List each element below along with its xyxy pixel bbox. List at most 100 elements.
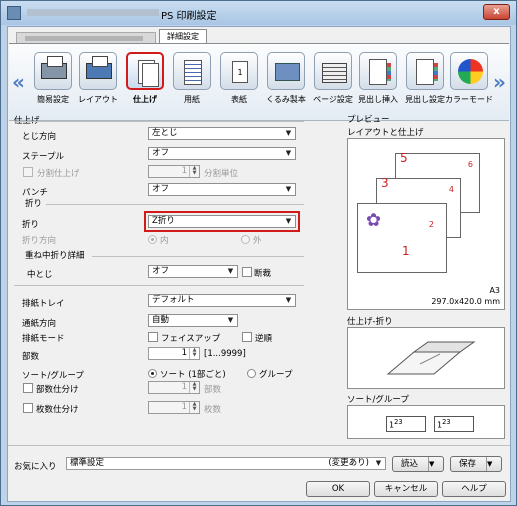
basic-settings-icon bbox=[34, 52, 72, 90]
sort-set-2: 123 bbox=[434, 416, 474, 432]
tool-label: 表紙 bbox=[231, 95, 247, 104]
offset-sheets-unit: 枚数 bbox=[204, 405, 222, 415]
tab-settings-icon bbox=[406, 52, 444, 90]
preview-subtitle: レイアウトと仕上げ bbox=[347, 128, 424, 138]
offset-copies-spinner[interactable]: 1 ▲ ▼ bbox=[148, 381, 200, 394]
faceup-label: フェイスアップ bbox=[161, 334, 221, 344]
split-finish-label: 分割仕上げ bbox=[37, 169, 80, 179]
reverse-order-label: 逆順 bbox=[255, 334, 273, 344]
favorites-dropdown[interactable]: 標準設定 (変更あり) ▼ bbox=[66, 457, 386, 470]
binding-dropdown[interactable]: 左とじ ▼ bbox=[148, 127, 296, 140]
paper-icon bbox=[173, 52, 211, 90]
copies-range: [1...9999] bbox=[204, 349, 246, 359]
tool-color-mode[interactable]: カラーモード bbox=[444, 49, 494, 119]
fold-inside-radio[interactable] bbox=[148, 235, 157, 244]
tool-layout[interactable]: レイアウト bbox=[73, 49, 123, 119]
chevron-down-icon: ▼ bbox=[285, 185, 292, 193]
tool-tab-insert[interactable]: 見出し挿入 bbox=[353, 49, 403, 119]
copies-label: 部数 bbox=[22, 352, 40, 362]
offset-copies-unit: 部数 bbox=[204, 385, 222, 395]
tool-label: カラーモード bbox=[445, 95, 493, 104]
divider bbox=[46, 204, 304, 205]
chevron-down-icon: ▼ bbox=[227, 316, 234, 324]
scroll-right-icon[interactable]: » bbox=[493, 70, 506, 94]
output-mode-label: 排紙モード bbox=[22, 334, 65, 344]
load-button[interactable]: 読込 ▼ bbox=[392, 456, 444, 472]
faceup-checkbox[interactable] bbox=[148, 332, 158, 342]
printer-icon bbox=[7, 6, 21, 20]
tool-finishing[interactable]: 仕上げ bbox=[120, 49, 170, 119]
preview-sheet: ✿ 1 2 bbox=[357, 203, 447, 273]
close-button[interactable]: x bbox=[483, 4, 510, 20]
chevron-down-icon: ▼ bbox=[285, 129, 292, 137]
finishing-icon bbox=[126, 52, 164, 90]
tool-cover[interactable]: 1 表紙 bbox=[214, 49, 264, 119]
offset-copies-label: 部数仕分け bbox=[36, 385, 79, 395]
fold-direction-label: 折り方向 bbox=[22, 236, 57, 246]
dialog-body: 詳細設定 « 簡易設定 レイアウト 仕上げ 用紙 1 表紙 くるみ製本 ページ設… bbox=[7, 26, 511, 502]
sort-preview: 123 123 bbox=[347, 405, 505, 439]
page-settings-icon bbox=[314, 52, 352, 90]
paper-direction-dropdown[interactable]: 自動 ▼ bbox=[148, 314, 238, 327]
save-button[interactable]: 保存 ▼ bbox=[450, 456, 502, 472]
offset-copies-checkbox[interactable] bbox=[23, 383, 33, 393]
punch-dropdown[interactable]: オフ ▼ bbox=[148, 183, 296, 196]
sort-label: ソート (1部ごと) bbox=[160, 370, 226, 380]
ok-button[interactable]: OK bbox=[306, 481, 370, 497]
printer-name-redacted bbox=[27, 9, 159, 16]
tool-basic-settings[interactable]: 簡易設定 bbox=[28, 49, 78, 119]
flower-icon: ✿ bbox=[366, 210, 382, 231]
cover-icon: 1 bbox=[220, 52, 258, 90]
fold-inside-label: 内 bbox=[160, 236, 169, 246]
saddle-dropdown[interactable]: オフ ▼ bbox=[148, 265, 238, 278]
chevron-down-icon: ▼ bbox=[428, 457, 443, 471]
split-finish-checkbox[interactable] bbox=[23, 167, 33, 177]
tab-insert-icon bbox=[359, 52, 397, 90]
color-palette-icon bbox=[450, 52, 488, 90]
chevron-down-icon: ▼ bbox=[227, 267, 234, 275]
offset-sheets-label: 枚数仕分け bbox=[36, 405, 79, 415]
trim-checkbox[interactable] bbox=[242, 267, 252, 277]
layout-icon bbox=[79, 52, 117, 90]
divider bbox=[8, 445, 510, 446]
divider bbox=[14, 121, 304, 122]
divider bbox=[14, 285, 304, 286]
copies-spinner[interactable]: 1 ▲ ▼ bbox=[148, 347, 200, 360]
paper-size-name: A3 bbox=[489, 286, 500, 295]
tool-label: 簡易設定 bbox=[37, 95, 69, 104]
fold-label: 折り bbox=[22, 220, 40, 230]
print-settings-window: PS 印刷設定 x 詳細設定 « 簡易設定 レイアウト 仕上げ 用紙 1 表紙 … bbox=[0, 0, 517, 506]
cancel-button[interactable]: キャンセル bbox=[374, 481, 438, 497]
split-finish-spinner[interactable]: 1 ▲ ▼ bbox=[148, 165, 200, 178]
tab-advanced-settings[interactable]: 詳細設定 bbox=[159, 29, 207, 43]
fold-outside-radio[interactable] bbox=[241, 235, 250, 244]
tab-redacted[interactable] bbox=[16, 32, 156, 43]
tool-tab-settings[interactable]: 見出し設定 bbox=[400, 49, 450, 119]
chevron-down-icon: ▼ bbox=[285, 217, 292, 225]
chevron-down-icon: ▼ bbox=[486, 457, 501, 471]
trim-label: 断裁 bbox=[254, 269, 272, 279]
output-tray-dropdown[interactable]: デフォルト ▼ bbox=[148, 294, 296, 307]
sort-radio[interactable] bbox=[148, 369, 157, 378]
staple-dropdown[interactable]: オフ ▼ bbox=[148, 147, 296, 160]
help-button[interactable]: ヘルプ bbox=[442, 481, 506, 497]
sort-set-1: 123 bbox=[386, 416, 426, 432]
reverse-order-checkbox[interactable] bbox=[242, 332, 252, 342]
tool-label: 見出し設定 bbox=[405, 95, 445, 104]
fold-dropdown[interactable]: Z折り ▼ bbox=[144, 211, 300, 232]
tool-paper[interactable]: 用紙 bbox=[167, 49, 217, 119]
group-radio[interactable] bbox=[247, 369, 256, 378]
sort-preview-title: ソート/グループ bbox=[347, 395, 409, 405]
function-toolbar: « 簡易設定 レイアウト 仕上げ 用紙 1 表紙 くるみ製本 ページ設定 見出し… bbox=[9, 43, 509, 121]
tool-perfect-binding[interactable]: くるみ製本 bbox=[261, 49, 311, 119]
tool-label: 仕上げ bbox=[133, 95, 157, 104]
split-unit-label: 分割単位 bbox=[204, 169, 239, 179]
scroll-left-icon[interactable]: « bbox=[12, 70, 25, 94]
offset-sheets-spinner[interactable]: 1 ▲ ▼ bbox=[148, 401, 200, 414]
offset-sheets-checkbox[interactable] bbox=[23, 403, 33, 413]
saddle-label: 中とじ bbox=[27, 270, 53, 280]
binding-label: とじ方向 bbox=[22, 132, 57, 142]
tool-page-settings[interactable]: ページ設定 bbox=[308, 49, 358, 119]
group-label: グループ bbox=[259, 370, 293, 380]
perfect-binding-icon bbox=[267, 52, 305, 90]
